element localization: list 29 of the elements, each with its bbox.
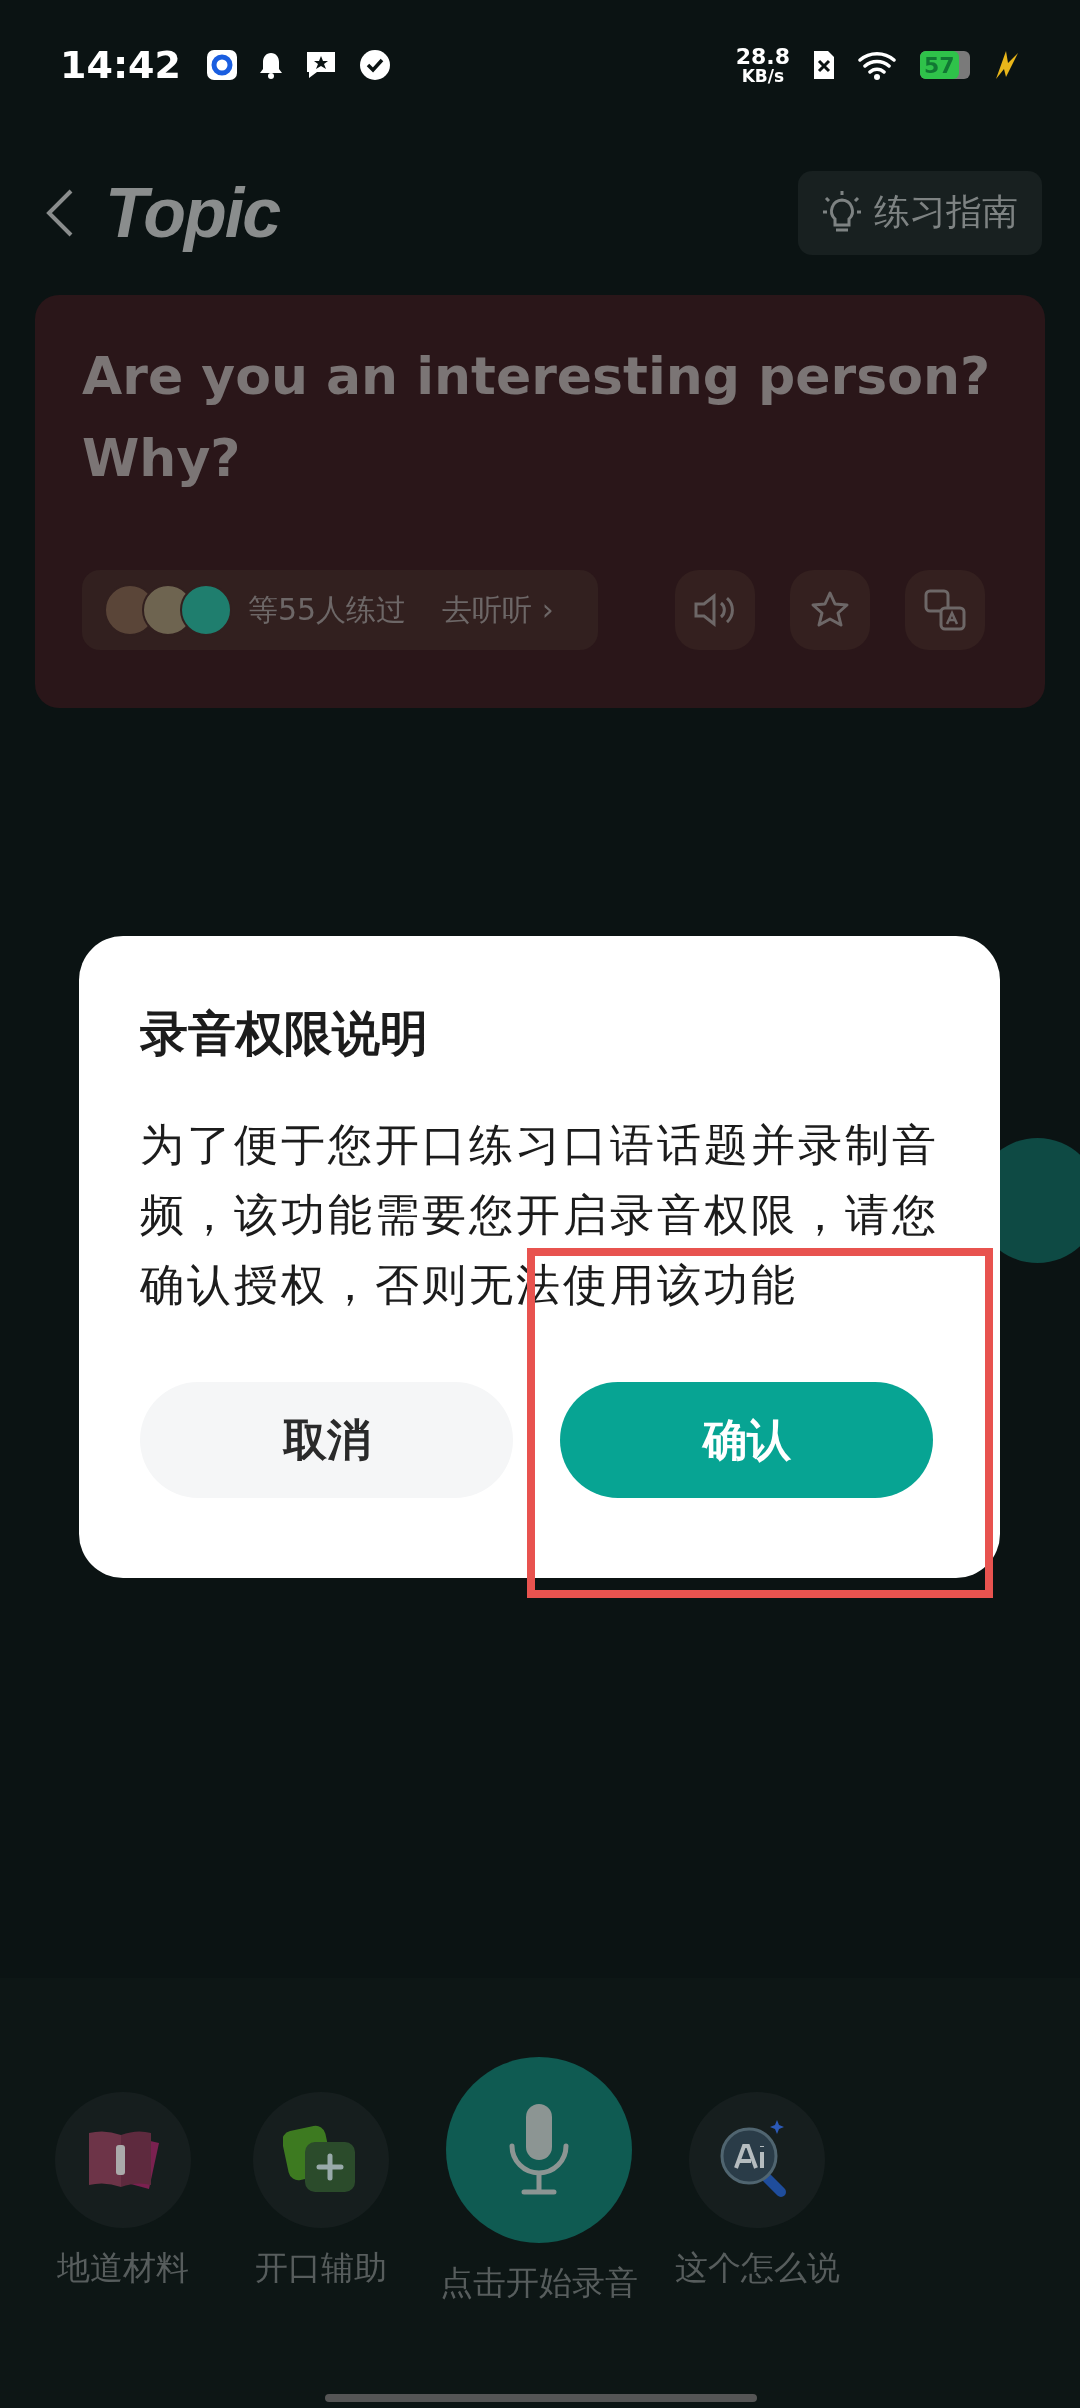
guide-button[interactable]: 练习指南 <box>798 170 1042 255</box>
speaker-icon <box>693 592 737 628</box>
tool-label: 地道材料 <box>57 2247 189 2289</box>
message-star-icon <box>304 50 337 80</box>
practiced-bar[interactable]: 等55人练过 去听听 › <box>82 570 598 650</box>
translate-button[interactable] <box>905 570 985 650</box>
wifi-icon <box>858 49 898 81</box>
cancel-button[interactable]: 取消 <box>140 1382 513 1498</box>
question-text: Are you an interesting person? Why? <box>82 345 992 490</box>
page-title: Topic <box>105 172 280 253</box>
tool-label: 这个怎么说 <box>674 2247 840 2289</box>
tool-label: 开口辅助 <box>255 2247 387 2289</box>
clock: 14:42 <box>60 43 181 87</box>
speaker-button[interactable] <box>675 570 755 650</box>
network-speed: 28.8 <box>735 45 790 68</box>
app-icon <box>206 50 237 80</box>
dialog-title: 录音权限说明 <box>140 1004 429 1063</box>
network-speed-unit: KB/s <box>741 67 785 85</box>
confirm-button[interactable]: 确认 <box>560 1382 933 1498</box>
translate-icon <box>923 588 967 632</box>
battery-icon: 57 <box>920 51 970 79</box>
check-circle-icon <box>358 49 391 81</box>
sim-blocked-icon <box>812 49 836 81</box>
listen-link[interactable]: 去听听 › <box>442 589 554 631</box>
favorite-button[interactable] <box>790 570 870 650</box>
practiced-count: 等55人练过 <box>248 590 407 629</box>
back-icon[interactable] <box>45 187 75 238</box>
tool-label: 点击开始录音 <box>440 2262 638 2304</box>
bell-icon <box>258 51 283 79</box>
